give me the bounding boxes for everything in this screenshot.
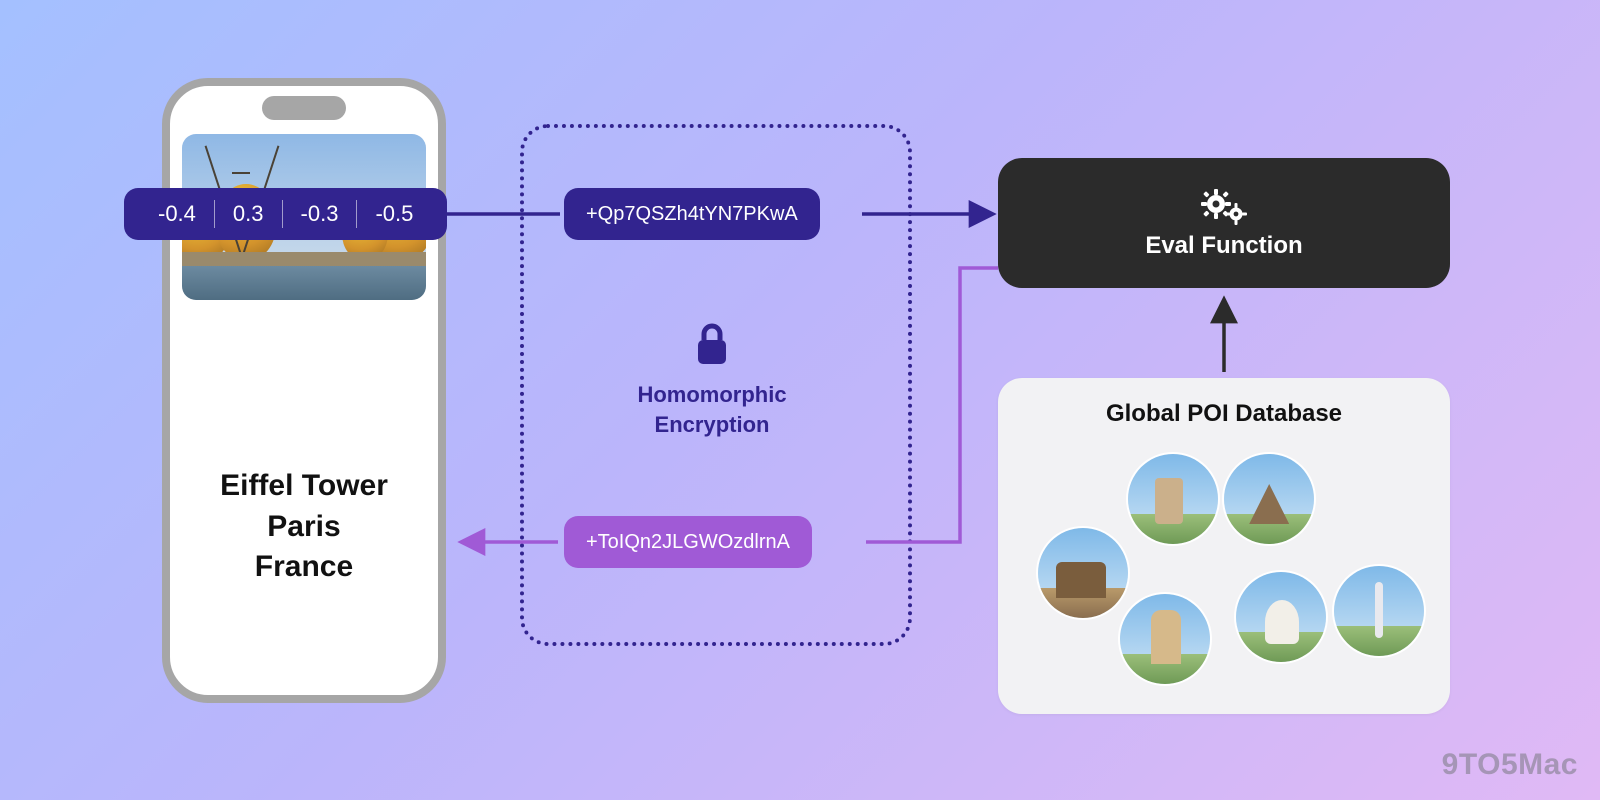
phone-notch xyxy=(262,96,346,120)
vector-value: 0.3 xyxy=(215,201,282,227)
poi-thumb xyxy=(1128,454,1218,544)
poi-thumb xyxy=(1334,566,1424,656)
vector-value: -0.4 xyxy=(140,201,214,227)
watermark: 9TO5Mac xyxy=(1442,748,1578,782)
ciphertext-incoming: +ToIQn2JLGWOzdlrnA xyxy=(564,516,812,568)
eval-function-box: Eval Function xyxy=(998,158,1450,288)
diagram-canvas: Eiffel Tower Paris France -0.4 0.3 -0.3 … xyxy=(0,0,1600,800)
encryption-label: Homomorphic Encryption xyxy=(520,380,904,439)
poi-thumb xyxy=(1120,594,1210,684)
phone-device: Eiffel Tower Paris France xyxy=(162,78,446,703)
phone-result: Eiffel Tower Paris France xyxy=(170,466,438,588)
embedding-vector: -0.4 0.3 -0.3 -0.5 xyxy=(124,188,447,240)
poi-thumb xyxy=(1224,454,1314,544)
lock-icon xyxy=(520,320,904,373)
gears-icon xyxy=(1196,186,1252,226)
poi-thumb xyxy=(1038,528,1128,618)
vector-value: -0.3 xyxy=(283,201,357,227)
eval-function-label: Eval Function xyxy=(1145,232,1302,260)
result-line: France xyxy=(170,547,438,588)
poi-thumb xyxy=(1236,572,1326,662)
result-line: Paris xyxy=(170,507,438,548)
poi-database-title: Global POI Database xyxy=(998,400,1450,428)
ciphertext-outgoing: +Qp7QSZh4tYN7PKwA xyxy=(564,188,820,240)
result-line: Eiffel Tower xyxy=(170,466,438,507)
vector-value: -0.5 xyxy=(357,201,431,227)
poi-database-card: Global POI Database xyxy=(998,378,1450,714)
